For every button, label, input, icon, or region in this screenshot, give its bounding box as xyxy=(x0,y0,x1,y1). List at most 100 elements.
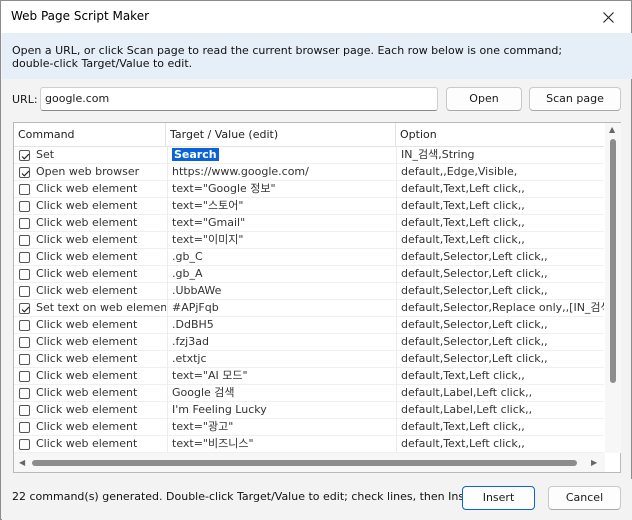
target-value-cell[interactable]: .gb_C xyxy=(167,249,395,266)
command-cell: Click web element xyxy=(18,334,166,351)
insert-button[interactable]: Insert xyxy=(462,486,535,510)
option-cell: default,Text,Left click,, xyxy=(396,181,604,198)
option-cell: default,Text,Left click,, xyxy=(396,368,604,385)
target-value-cell[interactable]: text="이미지" xyxy=(167,232,395,249)
command-label: Set xyxy=(36,148,55,161)
vertical-scroll-thumb[interactable] xyxy=(610,139,616,383)
target-value-text: Google 검색 xyxy=(172,386,235,399)
target-value-text: text="Google 정보" xyxy=(172,182,276,195)
target-value-cell[interactable]: Search xyxy=(167,147,395,164)
command-cell: Click web element xyxy=(18,368,166,385)
command-label: Click web element xyxy=(36,437,138,450)
table-row[interactable]: Click web element Google 검색 default,Label,… xyxy=(14,385,604,402)
command-label: Click web element xyxy=(36,267,138,280)
option-cell: default,Selector,Left click,, xyxy=(396,351,604,368)
target-value-text: https://www.google.com/ xyxy=(172,165,309,178)
option-cell: default,Text,Left click,, xyxy=(396,215,604,232)
target-value-cell[interactable]: text="AI 모드" xyxy=(167,368,395,385)
command-cell: Click web element xyxy=(18,266,166,283)
target-value-text: #APjFqb xyxy=(172,301,219,314)
target-value-text: text="이미지" xyxy=(172,233,244,246)
target-value-cell[interactable]: text="Gmail" xyxy=(167,215,395,232)
list-rows: Set Search IN_검색,String Open web browser htt… xyxy=(14,147,604,453)
column-header-option[interactable]: Option xyxy=(396,123,604,147)
option-cell: default,Text,Left click,, xyxy=(396,419,604,436)
target-value-text: text="AI 모드" xyxy=(172,369,248,382)
target-value-cell[interactable]: I'm Feeling Lucky xyxy=(167,402,395,419)
close-icon xyxy=(602,11,614,23)
table-row[interactable]: Click web element text="비즈니스" default,Text… xyxy=(14,436,604,453)
target-value-cell[interactable]: .etxtjc xyxy=(167,351,395,368)
target-value-cell[interactable]: .fzj3ad xyxy=(167,334,395,351)
command-cell: Click web element xyxy=(18,436,166,453)
close-button[interactable] xyxy=(585,1,631,33)
command-cell: Set text on web element xyxy=(18,300,166,317)
option-cell: default,Text,Left click,, xyxy=(396,436,604,453)
command-list[interactable]: Command Target / Value (edit) Option Set… xyxy=(13,122,621,473)
scroll-right-icon[interactable]: ▶ xyxy=(591,458,597,467)
table-row[interactable]: Click web element .DdBH5 default,Selector,… xyxy=(14,317,604,334)
table-row[interactable]: Click web element text="광고" default,Text,L… xyxy=(14,419,604,436)
info-line-1: Open a URL, or click Scan page to read t… xyxy=(12,44,563,57)
scroll-left-icon[interactable]: ◀ xyxy=(19,458,25,467)
option-cell: default,Selector,Left click,, xyxy=(396,334,604,351)
table-row[interactable]: Click web element text="Google 정보" default… xyxy=(14,181,604,198)
target-value-cell[interactable]: https://www.google.com/ xyxy=(167,164,395,181)
command-label: Click web element xyxy=(36,216,138,229)
command-label: Set text on web element xyxy=(36,301,166,314)
list-header: Command Target / Value (edit) Option xyxy=(14,123,604,147)
command-cell: Click web element xyxy=(18,249,166,266)
option-cell: default,Label,Left click,, xyxy=(396,385,604,402)
scroll-up-icon[interactable]: ▲ xyxy=(609,125,615,134)
column-header-target[interactable]: Target / Value (edit) xyxy=(166,123,396,147)
cancel-button[interactable]: Cancel xyxy=(548,486,621,510)
table-row[interactable]: Click web element text="스토어" default,Text,… xyxy=(14,198,604,215)
command-cell: Click web element xyxy=(18,385,166,402)
target-value-cell[interactable]: Google 검색 xyxy=(167,385,395,402)
table-row[interactable]: Click web element text="이미지" default,Text,… xyxy=(14,232,604,249)
command-label: Click web element xyxy=(36,250,138,263)
table-row[interactable]: Set text on web element #APjFqb default,Se… xyxy=(14,300,604,317)
target-value-cell[interactable]: .DdBH5 xyxy=(167,317,395,334)
command-label: Click web element xyxy=(36,199,138,212)
command-cell: Set xyxy=(18,147,166,164)
command-label: Click web element xyxy=(36,420,138,433)
target-value-cell[interactable]: text="비즈니스" xyxy=(167,436,395,453)
info-line-2: double-click Target/Value to edit. xyxy=(12,57,193,70)
url-input[interactable]: google.com xyxy=(40,87,438,111)
target-value-cell[interactable]: .UbbAWe xyxy=(167,283,395,300)
command-cell: Open web browser xyxy=(18,164,166,181)
target-value-text: text="Gmail" xyxy=(172,216,246,229)
target-value-cell[interactable]: text="스토어" xyxy=(167,198,395,215)
target-value-cell[interactable]: .gb_A xyxy=(167,266,395,283)
table-row[interactable]: Set Search IN_검색,String xyxy=(14,147,604,164)
target-value-cell[interactable]: text="Google 정보" xyxy=(167,181,395,198)
command-label: Click web element xyxy=(36,352,138,365)
target-value-text: .DdBH5 xyxy=(172,318,214,331)
horizontal-scrollbar[interactable]: ◀ ▶ xyxy=(14,453,605,472)
option-cell: default,Selector,Left click,, xyxy=(396,266,604,283)
vertical-scrollbar[interactable]: ▲ xyxy=(605,123,621,453)
command-cell: Click web element xyxy=(18,317,166,334)
table-row[interactable]: Click web element .gb_C default,Selector,L… xyxy=(14,249,604,266)
table-row[interactable]: Click web element text="Gmail" default,Tex… xyxy=(14,215,604,232)
horizontal-scroll-thumb[interactable] xyxy=(32,460,577,466)
command-label: Click web element xyxy=(36,386,138,399)
command-cell: Click web element xyxy=(18,351,166,368)
target-value-text: I'm Feeling Lucky xyxy=(172,403,267,416)
scan-page-button[interactable]: Scan page xyxy=(529,87,621,111)
table-row[interactable]: Click web element text="AI 모드" default,Tex… xyxy=(14,368,604,385)
target-value-cell[interactable]: #APjFqb xyxy=(167,300,395,317)
table-row[interactable]: Click web element .fzj3ad default,Selector… xyxy=(14,334,604,351)
target-value-cell[interactable]: text="광고" xyxy=(167,419,395,436)
option-cell: default,Text,Left click,, xyxy=(396,198,604,215)
command-label: Click web element xyxy=(36,403,138,416)
table-row[interactable]: Click web element .UbbAWe default,Selector… xyxy=(14,283,604,300)
table-row[interactable]: Click web element .etxtjc default,Selector… xyxy=(14,351,604,368)
table-row[interactable]: Open web browser https://www.google.com/d… xyxy=(14,164,604,181)
table-row[interactable]: Click web element .gb_A default,Selector,L… xyxy=(14,266,604,283)
open-button[interactable]: Open xyxy=(446,87,522,111)
column-header-command[interactable]: Command xyxy=(14,123,166,147)
option-cell: default,Label,Left click,, xyxy=(396,402,604,419)
table-row[interactable]: Click web element I'm Feeling Lucky defaul… xyxy=(14,402,604,419)
